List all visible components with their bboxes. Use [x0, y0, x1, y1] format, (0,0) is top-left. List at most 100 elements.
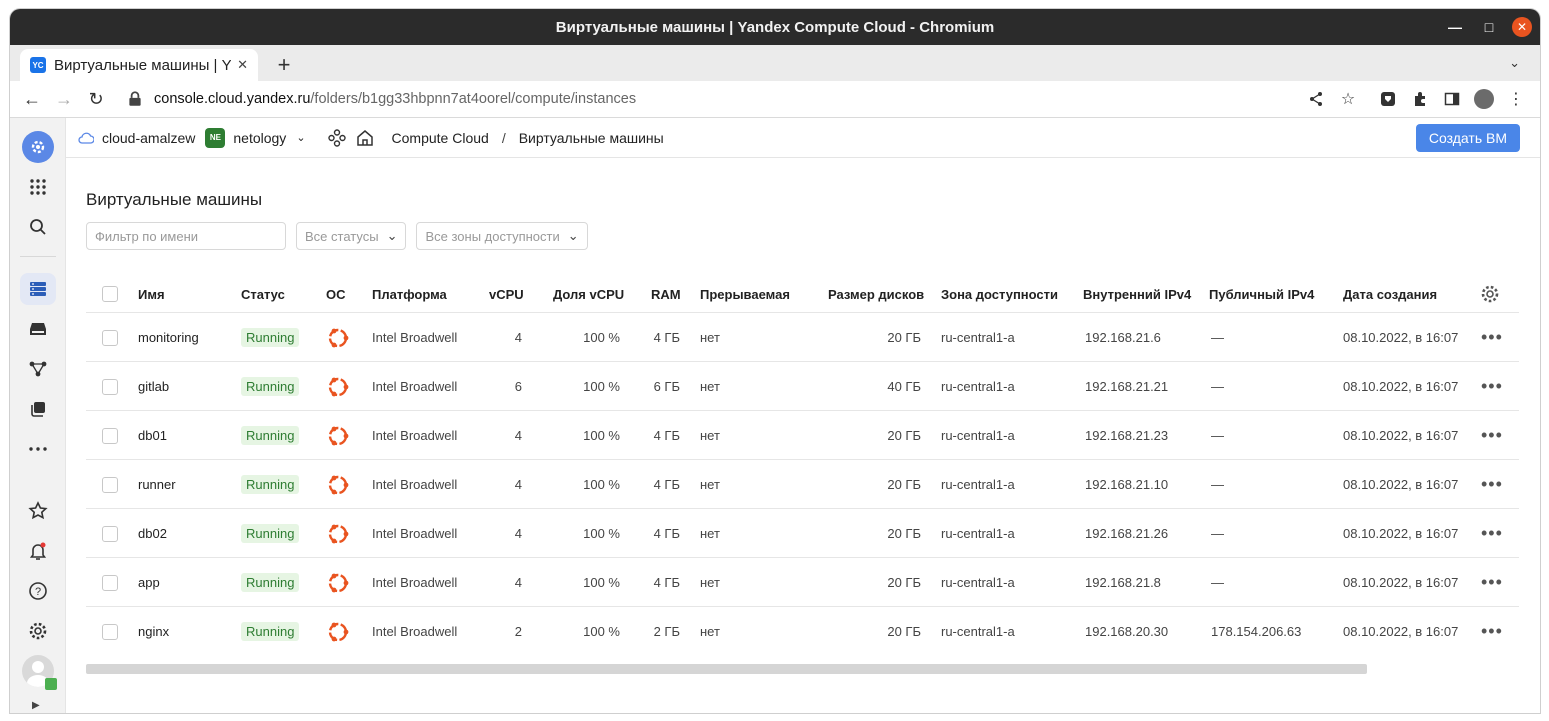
- browser-tab[interactable]: YC Виртуальные машины | Ya ✕: [20, 49, 258, 81]
- preemptible: нет: [700, 526, 720, 541]
- row-checkbox[interactable]: [102, 509, 118, 558]
- table-row[interactable]: gitlab Running Intel Broadwell 6 100 % 6 ГБ не…: [86, 361, 1519, 410]
- name-filter-input[interactable]: Фильтр по имени: [86, 222, 286, 250]
- created-date: 08.10.2022, в 16:07: [1343, 428, 1459, 443]
- tab-close-icon[interactable]: ✕: [237, 57, 248, 73]
- create-vm-button[interactable]: Создать ВМ: [1415, 124, 1520, 152]
- minimize-icon[interactable]: —: [1438, 17, 1472, 37]
- close-icon[interactable]: ✕: [1512, 17, 1532, 37]
- row-checkbox[interactable]: [102, 411, 118, 460]
- row-checkbox[interactable]: [102, 607, 118, 656]
- col-vcpu-share[interactable]: Доля vCPU: [553, 276, 624, 312]
- user-avatar[interactable]: [22, 655, 57, 690]
- extensions-puzzle-icon[interactable]: [1404, 83, 1436, 115]
- status-badge: Running: [241, 475, 300, 494]
- row-actions-icon[interactable]: •••: [1481, 607, 1503, 656]
- notifications-bell-icon[interactable]: [22, 535, 54, 567]
- zone: ru-central1-a: [941, 526, 1015, 541]
- table-row[interactable]: runner Running Intel Broadwell 4 100 % 4 ГБ не…: [86, 459, 1519, 508]
- internal-ip: 192.168.21.6: [1085, 330, 1161, 345]
- col-status[interactable]: Статус: [241, 276, 285, 312]
- platform: Intel Broadwell: [372, 379, 458, 394]
- ram: 4 ГБ: [653, 526, 680, 541]
- col-name[interactable]: Имя: [138, 276, 165, 312]
- placement-groups-nav-icon[interactable]: [22, 353, 54, 385]
- table-row[interactable]: db02 Running Intel Broadwell 4 100 % 4 ГБ нет 2…: [86, 508, 1519, 557]
- col-platform[interactable]: Платформа: [372, 276, 447, 312]
- vm-name[interactable]: monitoring: [138, 313, 199, 362]
- yandex-cloud-logo-icon[interactable]: [22, 131, 54, 163]
- public-ip: —: [1211, 330, 1224, 345]
- tab-search-icon[interactable]: ⌄: [1509, 55, 1520, 71]
- vm-name[interactable]: runner: [138, 460, 176, 509]
- platform: Intel Broadwell: [372, 477, 458, 492]
- resources-icon[interactable]: [327, 128, 346, 147]
- row-actions-icon[interactable]: •••: [1481, 509, 1503, 558]
- maximize-icon[interactable]: □: [1472, 17, 1506, 37]
- favorites-star-icon[interactable]: [22, 495, 54, 527]
- status-select[interactable]: Все статусы ⌄: [296, 222, 407, 250]
- reload-icon[interactable]: ↻: [80, 83, 112, 115]
- col-zone[interactable]: Зона доступности: [941, 276, 1058, 312]
- table-settings-gear-icon[interactable]: [1480, 276, 1500, 312]
- row-actions-icon[interactable]: •••: [1481, 558, 1503, 607]
- col-internal-ip[interactable]: Внутренний IPv4: [1083, 276, 1191, 312]
- zone-select-value: Все зоны доступности: [425, 228, 560, 244]
- table-row[interactable]: db01 Running Intel Broadwell 4 100 % 4 ГБ нет 2…: [86, 410, 1519, 459]
- zone-select[interactable]: Все зоны доступности ⌄: [416, 222, 588, 250]
- virtual-machines-nav-icon[interactable]: [20, 273, 56, 305]
- new-tab-button[interactable]: +: [270, 51, 298, 79]
- status-cell: Running: [241, 607, 300, 656]
- col-public-ip[interactable]: Публичный IPv4: [1209, 276, 1314, 312]
- expand-nav-icon[interactable]: ▶: [32, 700, 40, 711]
- col-ram[interactable]: RAM: [651, 276, 681, 312]
- horizontal-scrollbar[interactable]: [86, 664, 1367, 674]
- col-created[interactable]: Дата создания: [1343, 276, 1437, 312]
- preemptible: нет: [700, 428, 720, 443]
- browser-menu-icon[interactable]: ⋮: [1500, 83, 1532, 115]
- row-actions-icon[interactable]: •••: [1481, 313, 1503, 362]
- side-panel-icon[interactable]: [1436, 83, 1468, 115]
- col-disk-size[interactable]: Размер дисков: [828, 276, 924, 312]
- col-os[interactable]: ОС: [326, 276, 346, 312]
- extension-shield-icon[interactable]: [1372, 83, 1404, 115]
- row-checkbox[interactable]: [102, 362, 118, 411]
- col-vcpu[interactable]: vCPU: [489, 276, 524, 312]
- vm-name[interactable]: db01: [138, 411, 167, 460]
- row-actions-icon[interactable]: •••: [1481, 362, 1503, 411]
- vm-name[interactable]: nginx: [138, 607, 169, 656]
- forward-icon[interactable]: →: [48, 83, 80, 115]
- row-actions-icon[interactable]: •••: [1481, 460, 1503, 509]
- vm-name[interactable]: app: [138, 558, 160, 607]
- back-icon[interactable]: ←: [16, 83, 48, 115]
- vm-name[interactable]: db02: [138, 509, 167, 558]
- help-icon[interactable]: ?: [22, 575, 54, 607]
- bookmark-star-icon[interactable]: ☆: [1332, 83, 1364, 115]
- services-grid-icon[interactable]: [22, 171, 54, 203]
- row-checkbox[interactable]: [102, 460, 118, 509]
- lock-icon[interactable]: [126, 90, 144, 108]
- cloud-breadcrumb[interactable]: cloud-amalzew: [78, 130, 195, 146]
- table-row[interactable]: monitoring Running Intel Broadwell 4 100 % 4 …: [86, 312, 1519, 361]
- profile-icon[interactable]: [1468, 83, 1500, 115]
- home-icon[interactable]: [356, 129, 374, 147]
- table-row[interactable]: app Running Intel Broadwell 4 100 % 4 ГБ нет 20…: [86, 557, 1519, 606]
- share-icon[interactable]: [1300, 83, 1332, 115]
- settings-gear-icon[interactable]: [22, 615, 54, 647]
- vm-name[interactable]: gitlab: [138, 362, 169, 411]
- row-actions-icon[interactable]: •••: [1481, 411, 1503, 460]
- more-nav-icon[interactable]: [22, 433, 54, 465]
- ram: 4 ГБ: [653, 575, 680, 590]
- col-preemptible[interactable]: Прерываемая: [700, 276, 790, 312]
- service-breadcrumb[interactable]: Compute Cloud: [392, 130, 489, 146]
- table-row[interactable]: nginx Running Intel Broadwell 2 100 % 2 ГБ нет…: [86, 606, 1519, 655]
- search-icon[interactable]: [22, 211, 54, 243]
- select-all-checkbox[interactable]: [102, 276, 118, 312]
- ubuntu-icon: [326, 362, 350, 411]
- address-bar[interactable]: console.cloud.yandex.ru/folders/b1gg33hb…: [126, 90, 1300, 108]
- disks-nav-icon[interactable]: [22, 313, 54, 345]
- folder-breadcrumb[interactable]: NE netology ⌄: [205, 127, 306, 148]
- row-checkbox[interactable]: [102, 558, 118, 607]
- row-checkbox[interactable]: [102, 313, 118, 362]
- images-nav-icon[interactable]: [22, 393, 54, 425]
